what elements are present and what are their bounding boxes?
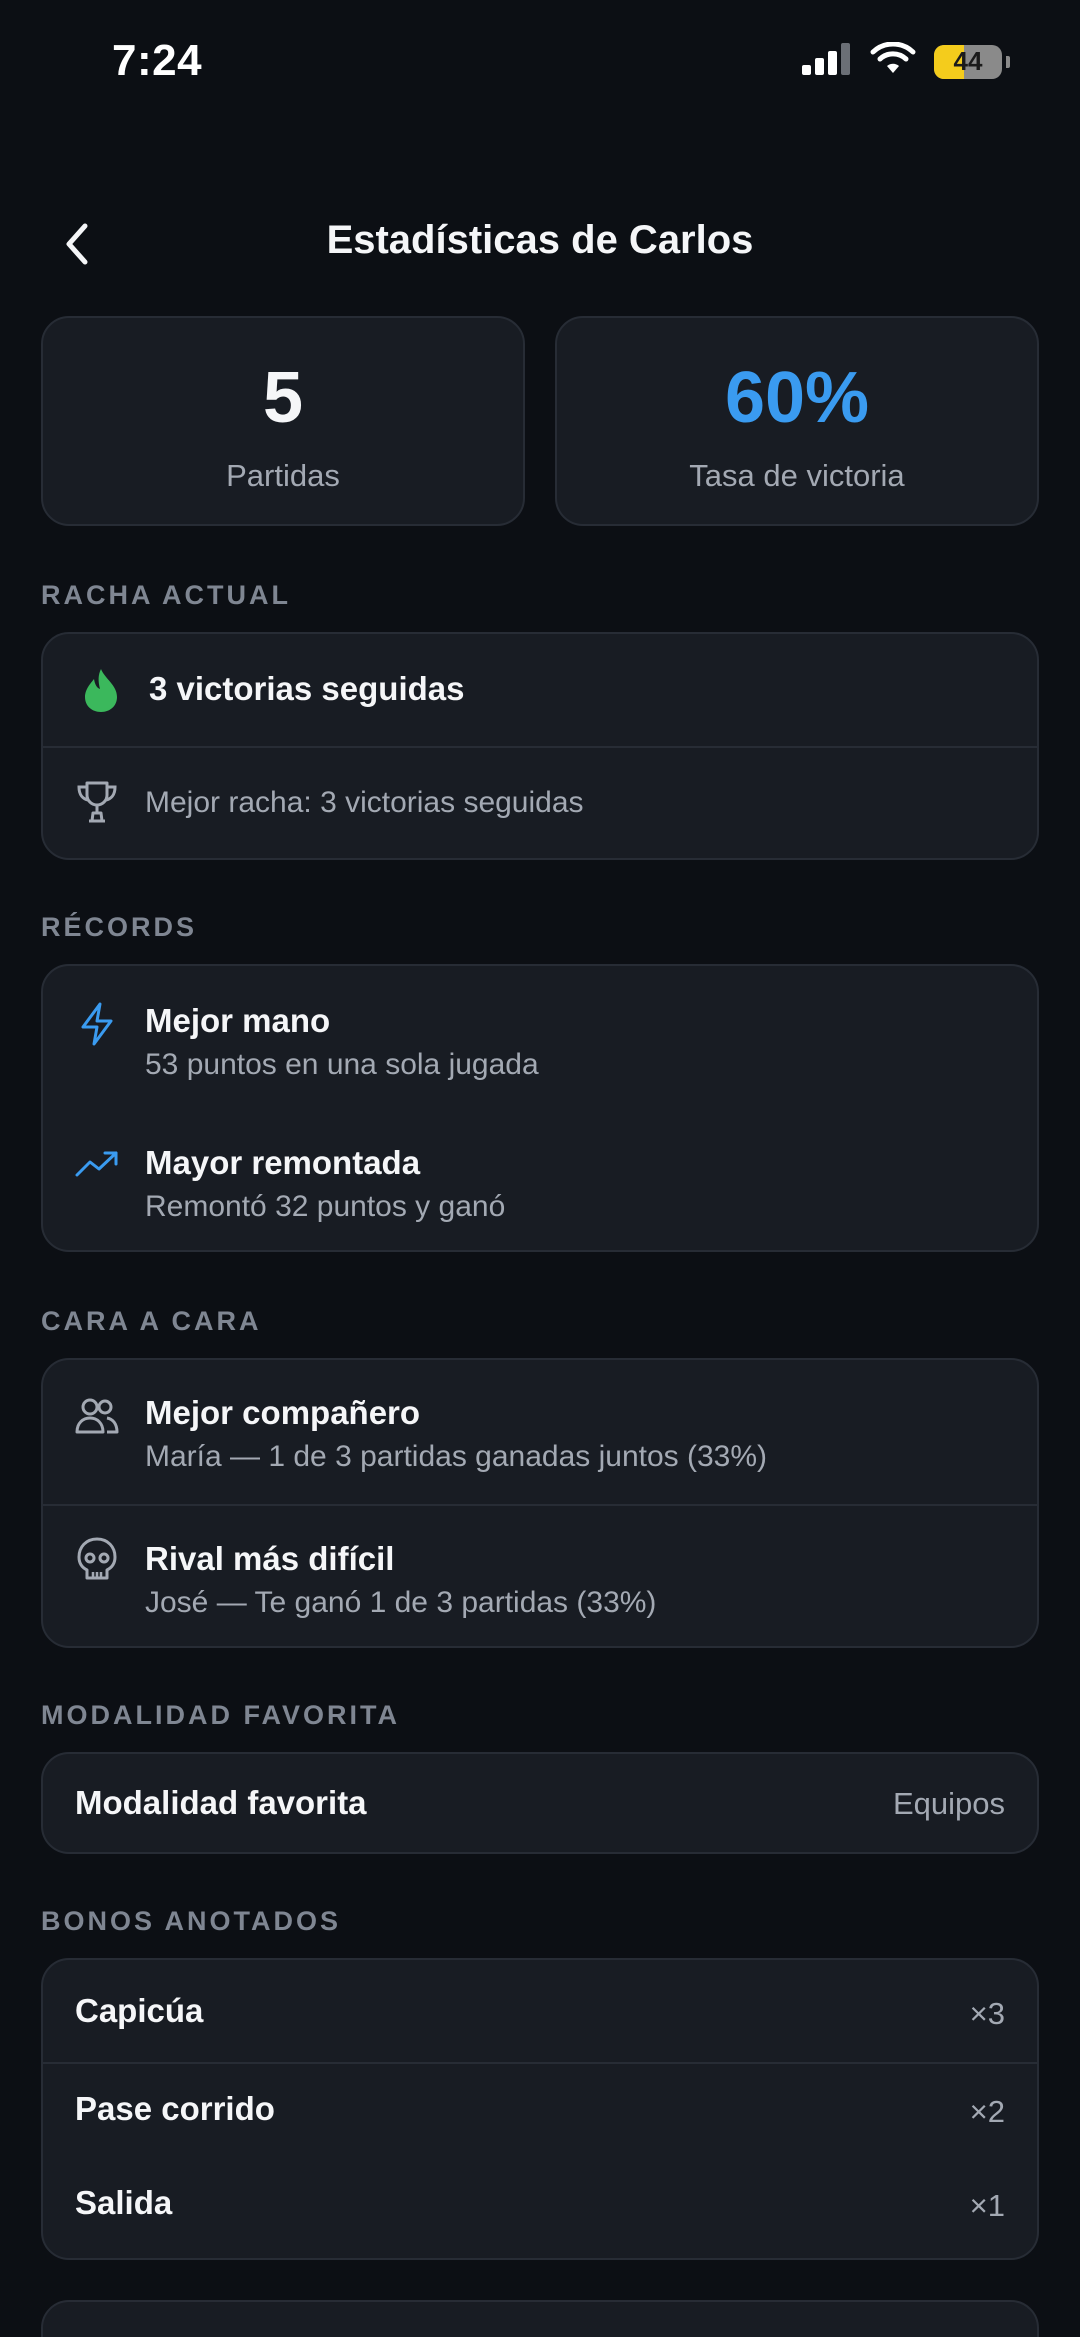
section-label-bonuses: BONOS ANOTADOS xyxy=(41,1906,342,1936)
head-to-head-card: Mejor compañero María — 1 de 3 partidas … xyxy=(41,1358,1039,1648)
signal-icon xyxy=(802,43,852,80)
current-streak-text: 3 victorias seguidas xyxy=(149,670,465,707)
winrate-value: 60% xyxy=(724,358,870,438)
section-label-streak: RACHA ACTUAL xyxy=(41,580,291,610)
lightning-icon xyxy=(73,1000,121,1048)
list-item: Capicúa ×3 xyxy=(43,1960,1037,2062)
favorite-mode-label: Modalidad favorita xyxy=(75,1784,367,1821)
record-title: Mayor remontada xyxy=(145,1144,421,1181)
best-streak-text: Mejor racha: 3 victorias seguidas xyxy=(145,786,584,819)
streak-card: 3 victorias seguidas Mejor racha: 3 vict… xyxy=(41,632,1039,860)
best-streak-row: Mejor racha: 3 victorias seguidas xyxy=(43,748,1037,860)
trophy-icon xyxy=(73,778,121,826)
list-item: Pase corrido ×2 xyxy=(43,2064,1037,2160)
list-item: Rival más difícil José — Te ganó 1 de 3 … xyxy=(43,1506,1037,1650)
battery-level: 44 xyxy=(953,46,983,76)
list-item: Mejor compañero María — 1 de 3 partidas … xyxy=(43,1360,1037,1504)
partner-subtitle: María — 1 de 3 partidas ganadas juntos (… xyxy=(145,1440,768,1473)
battery-icon: 44 xyxy=(934,44,1002,79)
favorite-mode-value: Equipos xyxy=(892,1786,1005,1821)
winrate-label: Tasa de victoria xyxy=(689,458,905,493)
record-subtitle: Remontó 32 puntos y ganó xyxy=(145,1190,506,1223)
record-title: Mejor mano xyxy=(145,1002,331,1039)
games-value: 5 xyxy=(262,358,304,438)
games-card: 5 Partidas xyxy=(41,316,525,526)
bonus-label: Capicúa xyxy=(75,1992,204,2029)
header: Estadísticas de Carlos xyxy=(0,200,1080,286)
list-item: Mejor mano 53 puntos en una sola jugada xyxy=(43,966,1037,1110)
favorite-mode-card: Modalidad favorita Equipos xyxy=(41,1752,1039,1854)
bonus-label: Pase corrido xyxy=(75,2090,275,2127)
games-label: Partidas xyxy=(226,458,340,493)
wifi-icon xyxy=(870,41,916,81)
rival-title: Rival más difícil xyxy=(145,1540,395,1577)
bonus-count: ×1 xyxy=(969,2188,1005,2223)
users-icon xyxy=(73,1392,121,1440)
flame-icon xyxy=(77,666,125,714)
section-label-favorite-mode: MODALIDAD FAVORITA xyxy=(41,1700,400,1730)
bonus-count: ×2 xyxy=(969,2094,1005,2129)
section-label-head-to-head: CARA A CARA xyxy=(41,1306,262,1336)
bonus-label: Salida xyxy=(75,2184,173,2221)
status-time: 7:24 xyxy=(112,36,203,85)
current-streak-row: 3 victorias seguidas xyxy=(43,634,1037,746)
records-card: Mejor mano 53 puntos en una sola jugada … xyxy=(41,964,1039,1252)
next-card xyxy=(41,2300,1039,2337)
winrate-card: 60% Tasa de victoria xyxy=(555,316,1039,526)
bonuses-card: Capicúa ×3 Pase corrido ×2 Salida ×1 xyxy=(41,1958,1039,2260)
rival-subtitle: José — Te ganó 1 de 3 partidas (33%) xyxy=(145,1586,657,1619)
bonus-count: ×3 xyxy=(969,1996,1005,2031)
page-title: Estadísticas de Carlos xyxy=(326,218,754,262)
skull-icon xyxy=(73,1536,121,1584)
record-subtitle: 53 puntos en una sola jugada xyxy=(145,1048,539,1081)
section-label-records: RÉCORDS xyxy=(41,912,198,942)
partner-title: Mejor compañero xyxy=(145,1394,421,1431)
list-item: Salida ×1 xyxy=(43,2160,1037,2260)
status-bar: 7:24 44 xyxy=(0,0,1080,130)
list-item: Mayor remontada Remontó 32 puntos y ganó xyxy=(43,1110,1037,1254)
trending-up-icon xyxy=(73,1140,121,1188)
status-icons: 44 xyxy=(802,41,1010,81)
